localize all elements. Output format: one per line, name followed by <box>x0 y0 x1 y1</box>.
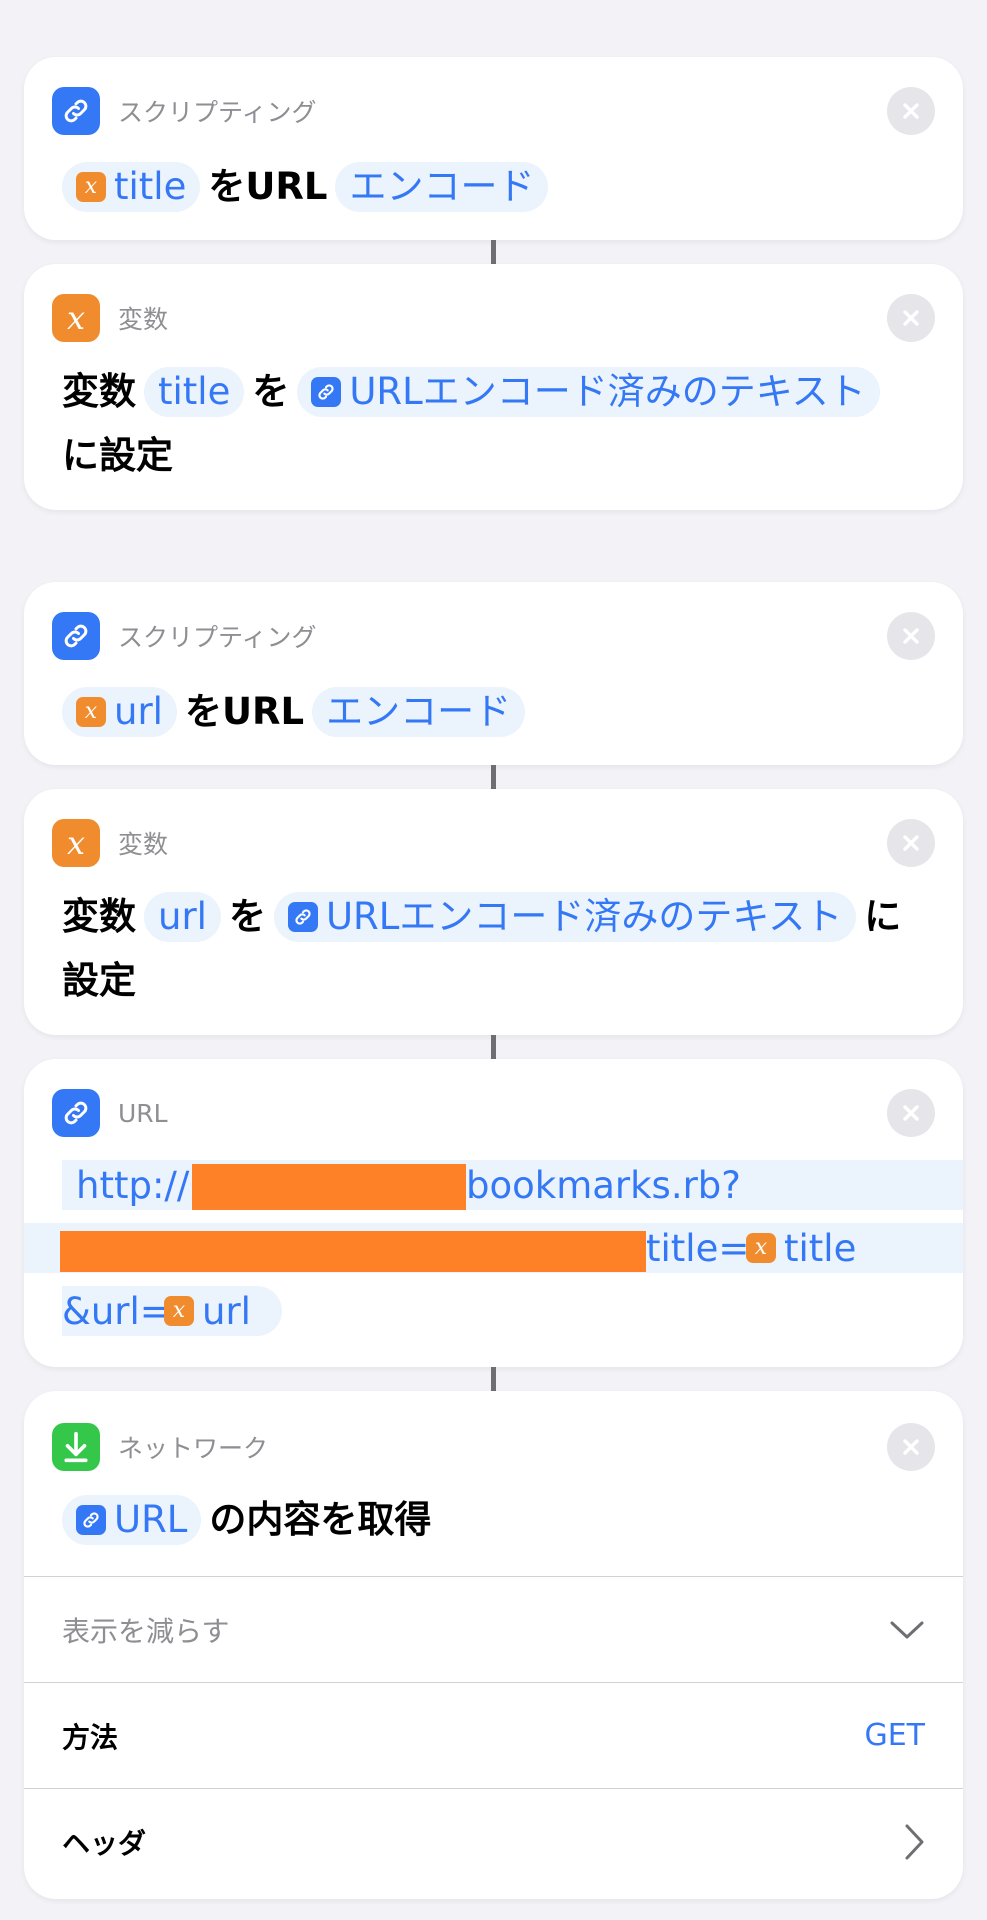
remove-action-button[interactable] <box>887 294 935 342</box>
action-header: スクリプティング <box>52 612 317 660</box>
action-connector <box>491 240 496 264</box>
action-body: x title をURL エンコード <box>62 155 935 219</box>
action-text: の内容を取得 <box>209 1498 432 1541</box>
action-connector <box>491 765 496 789</box>
remove-action-button[interactable] <box>887 612 935 660</box>
chevron-down-icon <box>890 1621 924 1638</box>
url-text: title= <box>646 1226 750 1270</box>
url-text: http:// <box>76 1163 190 1207</box>
action-body: URL の内容を取得 <box>62 1488 935 1552</box>
show-less-row[interactable]: 表示を減らす <box>24 1576 963 1682</box>
link-icon <box>52 1089 100 1137</box>
method-row[interactable]: 方法 GET <box>24 1682 963 1788</box>
action-category: 変数 <box>118 305 169 334</box>
action-header: ネットワーク <box>52 1423 268 1471</box>
action-text: を <box>228 895 266 938</box>
link-icon <box>76 1505 106 1535</box>
action-category: ネットワーク <box>118 1434 269 1463</box>
action-body: 変数 title を URLエンコード済みのテキスト に設定 <box>62 360 935 488</box>
redacted-region <box>192 1164 466 1210</box>
action-header: URL <box>52 1089 168 1137</box>
variable-token-title[interactable]: x title <box>62 162 201 212</box>
headers-label: ヘッダ <box>62 1826 147 1860</box>
action-category: URL <box>118 1098 168 1128</box>
link-icon <box>311 377 342 407</box>
action-card-set-variable-url[interactable]: x 変数 変数 url を URLエンコード済みのテキスト に 設定 <box>24 789 963 1035</box>
variable-icon: x <box>746 1233 776 1263</box>
encode-mode-token[interactable]: エンコード <box>335 162 549 212</box>
action-body: x url をURL エンコード <box>62 680 935 744</box>
action-header: x 変数 <box>52 819 168 867</box>
action-text: をURL <box>184 690 305 733</box>
variable-icon: x <box>76 172 106 202</box>
download-icon <box>52 1423 100 1471</box>
action-card-url-encode-url[interactable]: スクリプティング x url をURL エンコード <box>24 582 963 765</box>
action-category: 変数 <box>118 830 169 859</box>
encoded-text-token[interactable]: URLエンコード済みのテキスト <box>297 367 880 417</box>
action-text: を <box>252 370 290 413</box>
method-value[interactable]: GET <box>864 1718 925 1753</box>
action-card-get-contents[interactable]: ネットワーク URL の内容を取得 表示を減らす 方法 GET ヘッダ <box>24 1391 963 1899</box>
action-card-set-variable-title[interactable]: x 変数 変数 title を URLエンコード済みのテキスト に設定 <box>24 264 963 510</box>
show-less-label: 表示を減らす <box>62 1614 230 1648</box>
variable-name-token[interactable]: url <box>144 892 221 942</box>
action-text: 変数 <box>62 370 136 413</box>
remove-action-button[interactable] <box>887 1089 935 1137</box>
action-connector <box>491 1367 496 1391</box>
action-text: をURL <box>208 165 328 208</box>
url-token[interactable]: URL <box>62 1495 202 1545</box>
variable-icon: x <box>52 819 100 867</box>
action-body: 変数 url を URLエンコード済みのテキスト に 設定 <box>62 885 935 1013</box>
action-card-url-encode-title[interactable]: スクリプティング x title をURL エンコード <box>24 57 963 240</box>
action-connector <box>491 1035 496 1059</box>
url-text: bookmarks.rb? <box>466 1163 741 1207</box>
close-icon <box>903 310 919 326</box>
action-text: 設定 <box>62 959 136 1002</box>
redacted-region <box>60 1231 646 1272</box>
url-text: &url= <box>62 1289 171 1333</box>
action-card-url[interactable]: URL http:// bookmarks.rb? title= x title… <box>24 1059 963 1367</box>
link-icon <box>287 902 318 932</box>
close-icon <box>903 1105 919 1121</box>
encode-mode-token[interactable]: エンコード <box>312 687 526 737</box>
action-text: に設定 <box>62 434 173 477</box>
action-header: スクリプティング <box>52 87 317 135</box>
close-icon <box>903 103 919 119</box>
action-text: に <box>864 895 902 938</box>
variable-icon: x <box>164 1296 194 1326</box>
method-label: 方法 <box>62 1720 119 1754</box>
variable-icon: x <box>76 697 106 727</box>
remove-action-button[interactable] <box>887 1423 935 1471</box>
action-category: スクリプティング <box>118 623 317 652</box>
remove-action-button[interactable] <box>887 819 935 867</box>
variable-icon: x <box>52 294 100 342</box>
variable-token-title[interactable]: x title <box>746 1223 856 1273</box>
action-category: スクリプティング <box>118 98 317 127</box>
variable-name-token[interactable]: title <box>144 367 245 417</box>
action-header: x 変数 <box>52 294 168 342</box>
headers-row[interactable]: ヘッダ <box>24 1788 963 1894</box>
close-icon <box>903 628 919 644</box>
close-icon <box>903 835 919 851</box>
link-icon <box>52 87 100 135</box>
variable-token-url[interactable]: x url <box>164 1286 251 1336</box>
encoded-text-token[interactable]: URLエンコード済みのテキスト <box>273 892 857 942</box>
remove-action-button[interactable] <box>887 87 935 135</box>
link-icon <box>52 612 100 660</box>
action-text: 変数 <box>62 895 136 938</box>
chevron-right-icon <box>905 1824 924 1859</box>
variable-token-url[interactable]: x url <box>62 687 177 737</box>
close-icon <box>903 1439 919 1455</box>
